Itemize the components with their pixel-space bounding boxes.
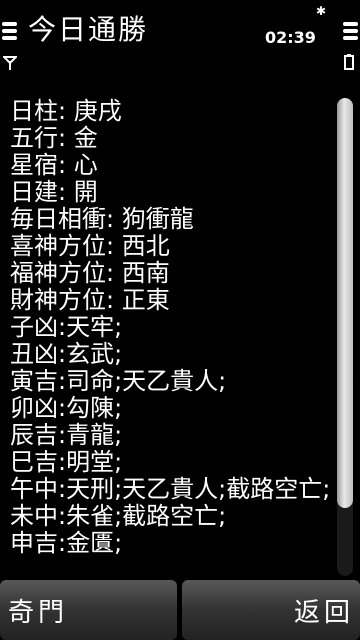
almanac-line: 丑凶:玄武; xyxy=(10,340,123,368)
bluetooth-icon: ✱ xyxy=(316,4,327,18)
almanac-line: 午中:天刑;天乙貴人;截路空亡; xyxy=(10,475,331,503)
almanac-line: 星宿: 心 xyxy=(10,151,98,179)
almanac-line: 卯凶:勾陳; xyxy=(10,394,123,422)
battery-icon xyxy=(344,54,354,70)
almanac-list: 日柱: 庚戌 五行: 金星宿: 心日建: 開毎日相衝: 狗衝龍 喜神方位: 西北 福神… xyxy=(10,98,332,557)
almanac-line: 五行: 金 xyxy=(10,124,98,152)
almanac-line: 喜神方位: 西北 xyxy=(10,232,170,260)
almanac-line: 申吉:金匱; xyxy=(10,529,123,557)
almanac-line: 福神方位: 西南 xyxy=(10,259,170,287)
app-title: 今日通勝 xyxy=(28,13,149,46)
almanac-line: 日柱: 庚戌 xyxy=(10,97,122,125)
clock: 02:39 xyxy=(265,28,316,47)
menu-icon[interactable] xyxy=(2,22,17,43)
signal-antenna-icon xyxy=(3,56,17,70)
almanac-line: 巳吉:明堂; xyxy=(10,448,123,476)
almanac-line: 子凶:天牢; xyxy=(10,313,123,341)
left-softkey-button[interactable]: 奇門 xyxy=(0,580,177,640)
softkey-bar: 奇門 返回 xyxy=(0,580,360,640)
right-softkey-label: 返回 xyxy=(293,598,354,628)
almanac-line: 日建: 開 xyxy=(10,178,98,206)
menu-icon[interactable] xyxy=(343,22,358,43)
almanac-line: 毎日相衝: 狗衝龍 xyxy=(10,205,194,233)
almanac-line: 寅吉:司命;天乙貴人; xyxy=(10,367,227,395)
right-softkey-button[interactable]: 返回 xyxy=(182,580,360,640)
almanac-line: 辰吉:青龍; xyxy=(10,421,123,449)
almanac-line: 未中:朱雀;截路空亡; xyxy=(10,502,227,530)
status-bar: 今日通勝 ✱ 02:39 xyxy=(0,0,360,72)
almanac-line: 財神方位: 正東 xyxy=(10,286,170,314)
almanac-content[interactable]: 日柱: 庚戌 五行: 金星宿: 心日建: 開毎日相衝: 狗衝龍 喜神方位: 西北 福神… xyxy=(0,72,360,580)
scrollbar-thumb[interactable] xyxy=(337,98,353,508)
left-softkey-label: 奇門 xyxy=(8,598,69,628)
